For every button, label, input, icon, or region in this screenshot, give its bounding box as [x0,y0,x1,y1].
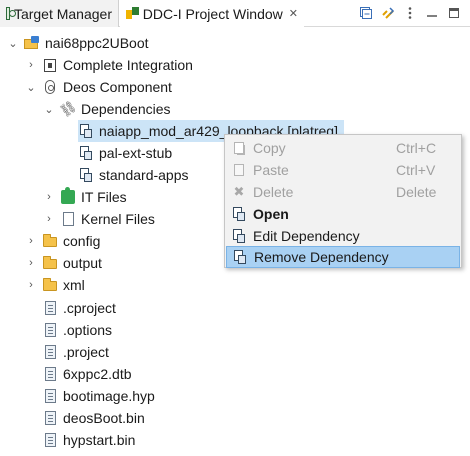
tree-item-file[interactable]: 6xppc2.dtb [0,363,470,385]
tab-ddc-i-project-window[interactable]: DDC-I Project Window ✕ [120,0,304,27]
tree-item-label: standard-apps [99,167,189,183]
dependencies-link-icon: ⛓ [56,97,79,120]
tree-item-label: 6xppc2.dtb [63,366,132,382]
menu-item-paste[interactable]: Paste Ctrl+V [226,159,460,181]
project-window-icon [126,7,139,20]
close-icon[interactable]: ✕ [289,7,298,20]
tree-item-label: Complete Integration [63,57,193,73]
copy-icon [231,140,247,156]
folder-icon [42,277,58,293]
tree-item-label: .options [63,322,113,338]
delete-icon: ✖ [233,184,245,199]
menu-item-remove-dependency[interactable]: Remove Dependency [226,246,460,268]
chevron-right-icon[interactable]: › [24,58,38,72]
tree-item-file[interactable]: bootimage.hyp [0,385,470,407]
dependency-icon [78,145,94,161]
tree-item-dependencies[interactable]: ⌄ ⛓ Dependencies [0,98,470,120]
chevron-down-icon[interactable]: ⌄ [6,36,20,50]
dependency-icon [78,123,94,139]
tree-item-label: Dependencies [81,101,171,117]
tree-item-label: bootimage.hyp [63,388,155,404]
tree-item-label: deosBoot.bin [63,410,145,426]
tree-item-file[interactable]: deosBoot.bin [0,407,470,429]
tree-item-root[interactable]: ⌄ nai68ppc2UBoot [0,32,470,54]
menu-item-delete[interactable]: ✖ Delete Delete [226,181,460,203]
collapse-all-icon[interactable] [358,5,374,21]
file-icon [42,322,58,338]
integration-icon [42,57,58,73]
chevron-right-icon[interactable]: › [24,234,38,248]
menu-item-label: Open [253,206,289,222]
tree-item-file[interactable]: .options [0,319,470,341]
dependency-icon [78,167,94,183]
menu-item-edit-dependency[interactable]: Edit Dependency [226,225,460,247]
maximize-icon[interactable] [446,5,462,21]
target-manager-icon [6,7,16,20]
menu-item-label: Delete [253,184,294,200]
tab-target-manager[interactable]: Target Manager [0,0,119,27]
tree-item-file[interactable]: .project [0,341,470,363]
minimize-icon[interactable] [424,5,440,21]
shortcut-label: Ctrl+V [396,162,436,178]
tree-item-label: pal-ext-stub [99,145,173,161]
menu-item-label: Paste [253,162,289,178]
chevron-right-icon[interactable]: › [24,278,38,292]
tree-item-label: IT Files [81,189,127,205]
tree-item-deos-component[interactable]: ⌄ Deos Component [0,76,470,98]
file-icon [42,300,58,316]
folder-icon [42,255,58,271]
tree-item-label: .cproject [63,300,116,316]
tab-label: DDC-I Project Window [142,5,283,22]
kernel-file-icon [60,211,76,227]
link-with-editor-icon[interactable] [380,5,396,21]
tree-item-label: Kernel Files [81,211,155,227]
shortcut-label: Ctrl+C [396,140,437,156]
tree-item-label: .project [63,344,109,360]
file-icon [42,388,58,404]
tree-item-label: hypstart.bin [63,432,136,448]
tree-item-label: config [63,233,101,249]
shortcut-label: Delete [396,184,437,200]
chevron-down-icon[interactable]: ⌄ [42,102,56,116]
project-icon [24,35,40,51]
dependency-icon [231,228,247,244]
chevron-right-icon[interactable]: › [24,256,38,270]
view-tab-bar: Target Manager DDC-I Project Window ✕ [0,0,470,27]
file-icon [42,366,58,382]
file-icon [42,410,58,426]
file-icon [42,432,58,448]
chevron-right-icon[interactable]: › [42,212,56,226]
tree-item-label: output [63,255,102,271]
view-toolbar [358,4,462,22]
deos-component-icon [42,79,58,95]
menu-item-label: Edit Dependency [253,228,360,244]
folder-icon [42,233,58,249]
chevron-right-icon[interactable]: › [42,190,56,204]
tree-item-folder[interactable]: › xml [0,274,470,296]
chevron-down-icon[interactable]: ⌄ [24,80,38,94]
tree-item-file[interactable]: hypstart.bin [0,429,470,451]
paste-icon [231,162,247,178]
tree-item-label: Deos Component [63,79,172,95]
menu-item-label: Remove Dependency [254,249,389,265]
file-icon [42,344,58,360]
menu-item-copy[interactable]: Copy Ctrl+C [226,137,460,159]
tree-item-label: xml [63,277,85,293]
view-menu-icon[interactable] [402,5,418,21]
dependency-icon [231,206,247,222]
puzzle-icon [60,187,76,205]
tree-item-complete-integration[interactable]: › Complete Integration [0,54,470,76]
menu-item-open[interactable]: Open [226,203,460,225]
menu-item-label: Copy [253,140,286,156]
tree-item-file[interactable]: .cproject [0,297,470,319]
context-menu: Copy Ctrl+C Paste Ctrl+V ✖ Delete Delete… [224,134,462,268]
tab-label: Target Manager [13,5,112,22]
tree-item-label: nai68ppc2UBoot [45,35,149,51]
dependency-icon [232,249,248,265]
